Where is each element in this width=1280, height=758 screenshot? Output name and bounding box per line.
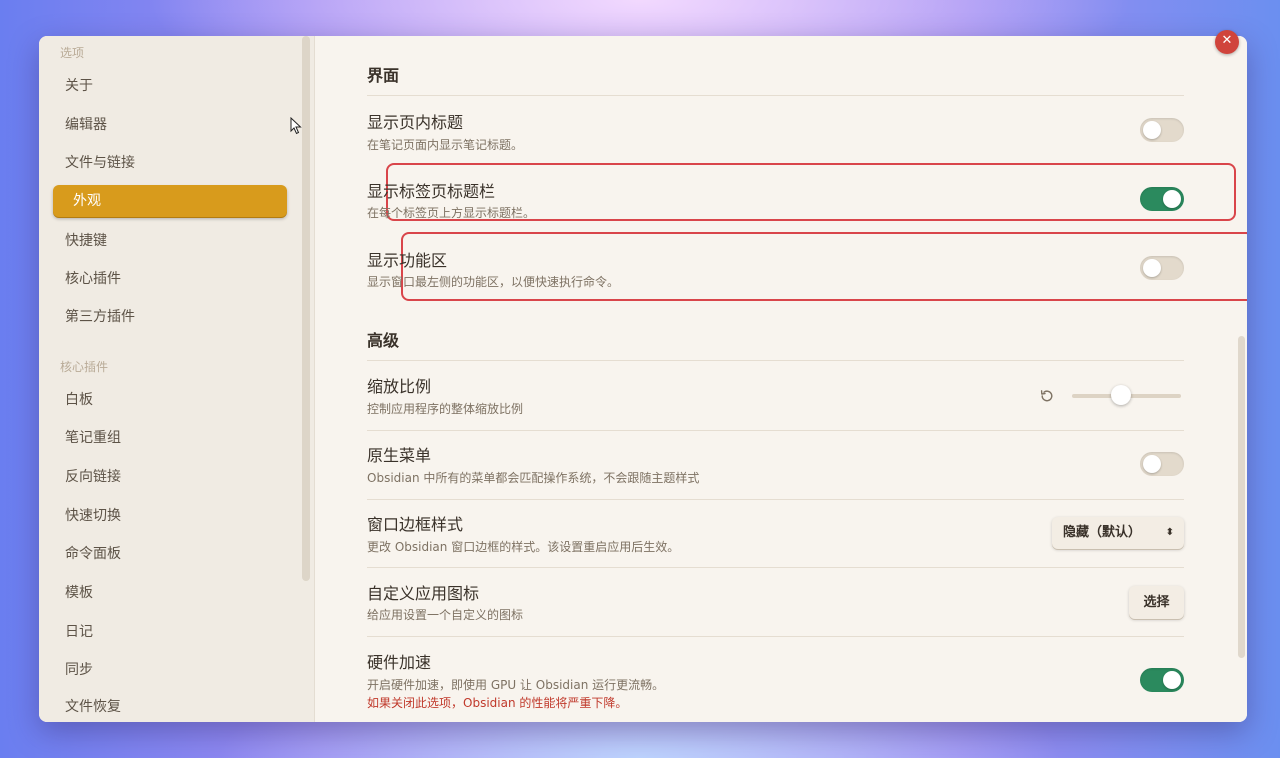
toggle-knob (1163, 671, 1181, 689)
setting-app-icon-desc: 给应用设置一个自定义的图标 (367, 608, 524, 622)
setting-zoom-desc: 控制应用程序的整体缩放比例 (367, 402, 524, 416)
setting-hw-accel-warning: 如果关闭此选项，Obsidian 的性能将严重下降。 (367, 696, 628, 710)
sidebar-item-note-composer[interactable]: 笔记重组 (53, 422, 287, 454)
sidebar-item-appearance[interactable]: 外观 (53, 185, 287, 217)
mouse-cursor-icon (290, 117, 302, 135)
setting-inline-title-desc: 在笔记页面内显示笔记标题。 (367, 138, 524, 152)
toggle-knob (1143, 121, 1161, 139)
sidebar-item-backlinks[interactable]: 反向链接 (53, 461, 287, 493)
zoom-slider-thumb[interactable] (1111, 385, 1132, 405)
toggle-knob (1143, 455, 1161, 473)
sidebar-item-hotkeys[interactable]: 快捷键 (53, 225, 287, 257)
setting-frame-style-name: 窗口边框样式 (367, 515, 464, 534)
toggle-knob (1143, 259, 1161, 277)
settings-sidebar: 选项 关于 编辑器 文件与链接 外观 快捷键 核心插件 第三方插件 核心插件 白… (39, 36, 315, 722)
setting-hw-accel-desc: 开启硬件加速，即使用 GPU 让 Obsidian 运行更流畅。 (367, 678, 665, 692)
settings-window: 选项 关于 编辑器 文件与链接 外观 快捷键 核心插件 第三方插件 核心插件 白… (39, 36, 1247, 722)
setting-native-menus-name: 原生菜单 (367, 446, 432, 465)
sidebar-heading-core-plugins: 核心插件 (60, 360, 109, 374)
setting-app-icon-name: 自定义应用图标 (367, 584, 480, 603)
setting-ribbon-name: 显示功能区 (367, 251, 448, 270)
sidebar-item-sync[interactable]: 同步 (53, 654, 287, 686)
frame-style-dropdown[interactable]: 隐藏（默认） ⬍ (1052, 517, 1184, 549)
sidebar-item-editor[interactable]: 编辑器 (53, 109, 287, 141)
sidebar-item-about[interactable]: 关于 (53, 70, 287, 102)
setting-inline-title-name: 显示页内标题 (367, 113, 464, 132)
close-icon[interactable]: ✕ (1215, 30, 1239, 54)
setting-hw-accel-name: 硬件加速 (367, 653, 432, 672)
sidebar-item-core-plugins[interactable]: 核心插件 (53, 263, 287, 295)
reset-icon[interactable] (1039, 388, 1055, 404)
divider (367, 636, 1184, 637)
sidebar-item-files-links[interactable]: 文件与链接 (53, 147, 287, 179)
frame-style-selected: 隐藏（默认） (1063, 525, 1142, 540)
tab-title-bar-toggle[interactable] (1140, 187, 1184, 211)
choose-icon-button[interactable]: 选择 (1129, 586, 1184, 619)
divider (367, 567, 1184, 568)
ribbon-toggle[interactable] (1140, 256, 1184, 280)
divider (367, 499, 1184, 500)
sidebar-item-quick-switcher[interactable]: 快速切换 (53, 500, 287, 532)
divider (367, 95, 1184, 96)
highlight-box-ribbon (401, 232, 1247, 301)
native-menus-toggle[interactable] (1140, 452, 1184, 476)
content-scrollbar[interactable] (1238, 336, 1245, 658)
sidebar-item-canvas[interactable]: 白板 (53, 384, 287, 416)
toggle-knob (1163, 190, 1181, 208)
setting-tab-title-bar-desc: 在每个标签页上方显示标题栏。 (367, 206, 536, 220)
chevron-updown-icon: ⬍ (1165, 527, 1174, 538)
settings-content: 界面 显示页内标题 在笔记页面内显示笔记标题。 显示标签页标题栏 在每个标签页上… (315, 36, 1247, 722)
setting-frame-style-desc: 更改 Obsidian 窗口边框的样式。该设置重启应用后生效。 (367, 540, 680, 554)
sidebar-item-templates[interactable]: 模板 (53, 577, 287, 609)
sidebar-scrollbar[interactable] (302, 36, 310, 581)
setting-tab-title-bar-name: 显示标签页标题栏 (367, 182, 496, 201)
inline-title-toggle[interactable] (1140, 118, 1184, 142)
sidebar-item-daily-notes[interactable]: 日记 (53, 616, 287, 648)
sidebar-heading-options: 选项 (60, 46, 85, 60)
hw-accel-toggle[interactable] (1140, 668, 1184, 692)
divider (367, 430, 1184, 431)
setting-native-menus-desc: Obsidian 中所有的菜单都会匹配操作系统，不会跟随主题样式 (367, 471, 700, 485)
divider (367, 360, 1184, 361)
setting-ribbon-desc: 显示窗口最左侧的功能区，以便快速执行命令。 (367, 275, 620, 289)
group-title-interface: 界面 (367, 66, 400, 85)
group-title-advanced: 高级 (367, 331, 400, 350)
sidebar-item-command-palette[interactable]: 命令面板 (53, 538, 287, 570)
sidebar-item-file-recovery[interactable]: 文件恢复 (53, 691, 287, 722)
sidebar-item-community-plugins[interactable]: 第三方插件 (53, 301, 287, 333)
setting-zoom-name: 缩放比例 (367, 377, 432, 396)
